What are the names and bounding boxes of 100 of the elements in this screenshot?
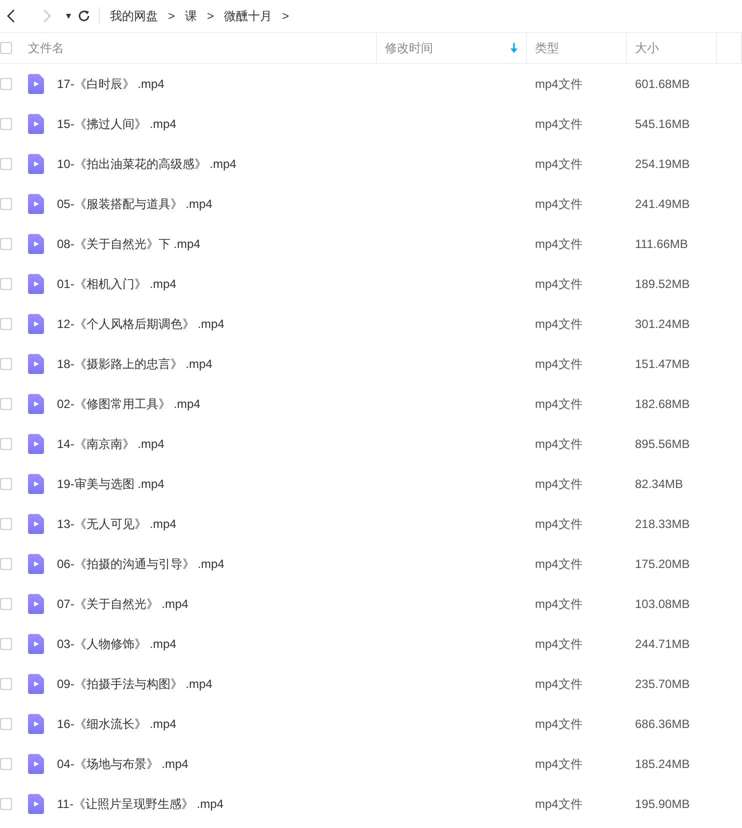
file-name[interactable]: 07-《关于自然光》 .mp4	[57, 596, 188, 612]
row-checkbox[interactable]	[0, 278, 12, 290]
row-checkbox[interactable]	[0, 78, 12, 90]
file-type: mp4文件	[534, 76, 584, 92]
row-checkbox[interactable]	[0, 518, 12, 530]
breadcrumb-separator: >	[282, 9, 290, 23]
refresh-icon[interactable]	[77, 9, 91, 23]
breadcrumb-item[interactable]: 我的网盘	[110, 8, 158, 24]
video-file-icon	[28, 594, 44, 614]
file-size: 235.70MB	[634, 677, 691, 691]
video-file-icon	[28, 714, 44, 734]
breadcrumb-item[interactable]: 课	[185, 8, 198, 24]
file-type: mp4文件	[534, 596, 584, 612]
row-checkbox[interactable]	[0, 198, 12, 210]
file-type: mp4文件	[534, 396, 584, 412]
row-checkbox[interactable]	[0, 438, 12, 450]
file-size: 254.19MB	[634, 157, 691, 171]
row-checkbox[interactable]	[0, 398, 12, 410]
video-file-icon	[28, 514, 44, 534]
file-name[interactable]: 05-《服装搭配与道具》 .mp4	[57, 196, 212, 212]
column-header[interactable]: 文件名	[28, 40, 376, 56]
video-file-icon	[28, 394, 44, 414]
row-checkbox[interactable]	[0, 758, 12, 770]
file-type: mp4文件	[534, 236, 584, 252]
video-file-icon	[28, 434, 44, 454]
file-type: mp4文件	[534, 516, 584, 532]
video-file-icon	[28, 354, 44, 374]
file-size: 195.90MB	[634, 797, 691, 811]
breadcrumb-item[interactable]: 微醺十月	[224, 8, 272, 24]
file-type: mp4文件	[534, 756, 584, 772]
video-file-icon	[28, 674, 44, 694]
file-size: 175.20MB	[634, 557, 691, 571]
file-name[interactable]: 12-《个人风格后期调色》 .mp4	[57, 316, 224, 332]
file-name[interactable]: 03-《人物修饰》 .mp4	[57, 636, 176, 652]
file-type: mp4文件	[534, 796, 584, 812]
file-size: 103.08MB	[634, 597, 691, 611]
row-checkbox[interactable]	[0, 598, 12, 610]
column-header[interactable]: 大小	[635, 40, 716, 56]
row-checkbox[interactable]	[0, 318, 12, 330]
file-type: mp4文件	[534, 716, 584, 732]
file-size: 895.56MB	[634, 437, 691, 451]
file-name[interactable]: 10-《拍出油菜花的高级感》 .mp4	[57, 156, 236, 172]
file-name[interactable]: 17-《白时辰》 .mp4	[57, 76, 164, 92]
file-type: mp4文件	[534, 676, 584, 692]
file-type: mp4文件	[534, 116, 584, 132]
video-file-icon	[28, 274, 44, 294]
file-size: 82.34MB	[634, 477, 684, 491]
file-type: mp4文件	[534, 556, 584, 572]
row-checkbox[interactable]	[0, 718, 12, 730]
file-type: mp4文件	[534, 276, 584, 292]
row-checkbox[interactable]	[0, 678, 12, 690]
file-name[interactable]: 14-《南京南》 .mp4	[57, 436, 164, 452]
file-name[interactable]: 09-《拍摄手法与构图》 .mp4	[57, 676, 212, 692]
row-checkbox[interactable]	[0, 238, 12, 250]
file-type: mp4文件	[534, 436, 584, 452]
column-header[interactable]: 修改时间	[385, 40, 510, 56]
video-file-icon	[28, 154, 44, 174]
video-file-icon	[28, 754, 44, 774]
file-name[interactable]: 02-《修图常用工具》 .mp4	[57, 396, 200, 412]
row-checkbox[interactable]	[0, 478, 12, 490]
file-size: 185.24MB	[634, 757, 691, 771]
file-size: 601.68MB	[634, 77, 691, 91]
video-file-icon	[28, 634, 44, 654]
file-name[interactable]: 16-《细水流长》 .mp4	[57, 716, 176, 732]
video-file-icon	[28, 194, 44, 214]
file-size: 545.16MB	[634, 117, 691, 131]
breadcrumb-separator: >	[207, 9, 214, 23]
file-type: mp4文件	[534, 356, 584, 372]
row-checkbox[interactable]	[0, 358, 12, 370]
video-file-icon	[28, 554, 44, 574]
file-size: 111.66MB	[634, 237, 689, 251]
file-name[interactable]: 08-《关于自然光》下 .mp4	[57, 236, 200, 252]
file-name[interactable]: 18-《摄影路上的忠言》 .mp4	[57, 356, 212, 372]
file-name[interactable]: 01-《相机入门》 .mp4	[57, 276, 176, 292]
video-file-icon	[28, 314, 44, 334]
video-file-icon	[28, 474, 44, 494]
file-size: 189.52MB	[634, 277, 691, 291]
file-name[interactable]: 06-《拍摄的沟通与引导》 .mp4	[57, 556, 224, 572]
file-name[interactable]: 11-《让照片呈现野生感》 .mp4	[57, 796, 224, 812]
row-checkbox[interactable]	[0, 558, 12, 570]
file-name[interactable]: 04-《场地与布景》 .mp4	[57, 756, 188, 772]
column-header[interactable]: 类型	[535, 40, 626, 56]
file-type: mp4文件	[534, 476, 584, 492]
row-checkbox[interactable]	[0, 798, 12, 810]
row-checkbox[interactable]	[0, 118, 12, 130]
file-size: 218.33MB	[634, 517, 691, 531]
row-checkbox[interactable]	[0, 158, 12, 170]
history-dropdown[interactable]: ▾	[66, 10, 71, 22]
video-file-icon	[28, 114, 44, 134]
video-file-icon	[28, 74, 44, 94]
file-name[interactable]: 19-审美与选图 .mp4	[57, 476, 164, 492]
file-type: mp4文件	[534, 156, 584, 172]
file-type: mp4文件	[534, 196, 584, 212]
file-name[interactable]: 13-《无人可见》 .mp4	[57, 516, 176, 532]
select-all-checkbox[interactable]	[0, 42, 12, 54]
file-size: 244.71MB	[634, 637, 691, 651]
file-name[interactable]: 15-《拂过人间》 .mp4	[57, 116, 176, 132]
video-file-icon	[28, 234, 44, 254]
file-type: mp4文件	[534, 636, 584, 652]
row-checkbox[interactable]	[0, 638, 12, 650]
